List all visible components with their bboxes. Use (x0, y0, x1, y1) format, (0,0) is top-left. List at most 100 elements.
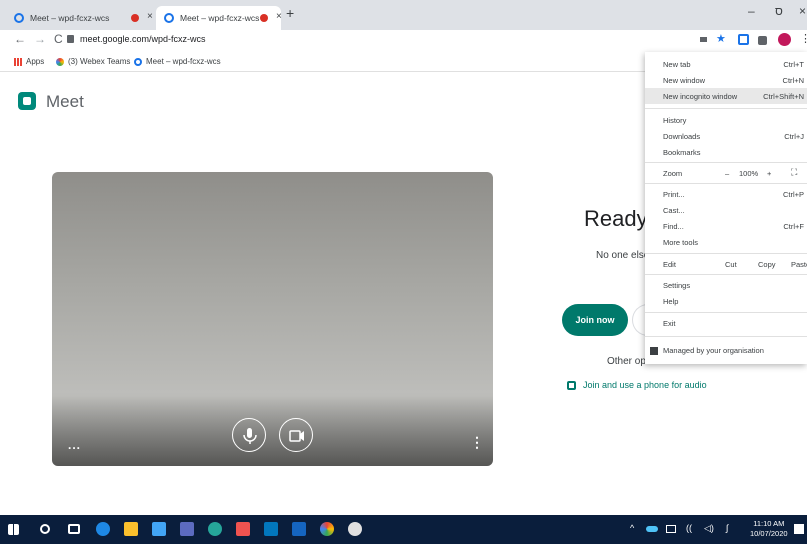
menu-item-new-tab[interactable]: New tab Ctrl+T (645, 56, 807, 72)
clock-time: 11:10 AM (753, 519, 785, 528)
back-button[interactable]: ← (14, 32, 26, 46)
chrome-main-menu: New tab Ctrl+T New window Ctrl+N New inc… (645, 52, 807, 364)
windows-start-icon[interactable] (8, 524, 19, 535)
menu-label: New incognito window (663, 92, 738, 101)
video-more-icon[interactable]: ⋮ (470, 434, 484, 451)
teams-icon[interactable] (180, 522, 194, 536)
menu-separator (645, 312, 807, 313)
reload-button[interactable]: C (54, 32, 63, 46)
menu-item-exit[interactable]: Exit (645, 315, 807, 331)
app-icon[interactable] (208, 522, 222, 536)
new-tab-button[interactable]: + (286, 5, 294, 21)
menu-label: Zoom (663, 169, 683, 178)
menu-label: Help (663, 297, 679, 306)
menu-item-bookmarks[interactable]: Bookmarks (645, 144, 807, 160)
menu-label: Managed by your organisation (663, 346, 764, 355)
windows-taskbar: ^ (( ◁) ∫ 11:10 AM 10/07/2020 (0, 515, 807, 544)
video-options-dots-icon[interactable]: ... (68, 438, 81, 452)
zoom-out-button[interactable]: – (725, 169, 729, 178)
menu-label: New window (663, 76, 706, 85)
profile-avatar[interactable] (778, 33, 791, 46)
join-now-button[interactable]: Join now (562, 304, 628, 336)
chrome-menu-icon[interactable]: ⋮ (800, 32, 807, 45)
edge-icon[interactable] (96, 522, 110, 536)
menu-item-cast[interactable]: Cast... (645, 202, 807, 218)
app-icon[interactable] (348, 522, 362, 536)
outlook-icon[interactable] (264, 522, 278, 536)
tab-close-icon[interactable]: × (147, 11, 153, 22)
meet-logo-icon (18, 92, 36, 110)
bookmark-webex[interactable]: (3) Webex Teams (56, 57, 130, 66)
search-icon[interactable] (40, 524, 50, 534)
notifications-icon[interactable] (794, 524, 804, 534)
extension-icon[interactable] (738, 34, 749, 45)
menu-item-more-tools[interactable]: More tools (645, 234, 807, 250)
menu-item-zoom: Zoom – 100% + ⛶ (645, 165, 807, 181)
pen-icon[interactable]: ∫ (726, 523, 728, 533)
app-icon[interactable] (236, 522, 250, 536)
menu-item-new-incognito-window[interactable]: New incognito window Ctrl+Shift+N (645, 88, 807, 104)
copy-button[interactable]: Copy (758, 260, 776, 269)
tab-title: Meet – wpd-fcxz-wcs (30, 13, 110, 23)
address-bar[interactable]: meet.google.com/wpd-fcxz-wcs (80, 34, 206, 44)
menu-separator (645, 274, 807, 275)
bookmark-meet[interactable]: Meet – wpd-fcxz-wcs (134, 57, 221, 66)
forward-button[interactable]: → (34, 32, 46, 46)
menu-label: New tab (663, 60, 691, 69)
tab-close-icon[interactable]: × (276, 11, 282, 22)
menu-label: Settings (663, 281, 691, 290)
battery-icon[interactable] (666, 525, 676, 533)
tab-meet-2[interactable]: Meet – wpd-fcxz-wcs × (156, 6, 282, 30)
fullscreen-icon[interactable]: ⛶ (791, 167, 797, 178)
join-phone-audio-link[interactable]: Join and use a phone for audio (567, 380, 707, 390)
minimize-button[interactable]: – (748, 4, 755, 18)
wifi-icon[interactable]: (( (686, 523, 692, 533)
maximize-button[interactable]: ס (775, 4, 783, 18)
menu-item-new-window[interactable]: New window Ctrl+N (645, 72, 807, 88)
cut-button[interactable]: Cut (725, 260, 737, 269)
cloud-icon[interactable] (646, 526, 658, 532)
volume-icon[interactable]: ◁) (704, 523, 714, 534)
menu-label: Downloads (663, 132, 701, 141)
menu-item-settings[interactable]: Settings (645, 277, 807, 293)
menu-separator (645, 162, 807, 163)
file-explorer-icon[interactable] (124, 522, 138, 536)
puzzle-extensions-icon[interactable] (758, 36, 767, 45)
store-icon[interactable] (152, 522, 166, 536)
menu-separator (645, 183, 807, 184)
menu-shortcut: Ctrl+T (783, 60, 804, 69)
tab-meet-1[interactable]: Meet – wpd-fcxz-wcs × (6, 6, 154, 30)
menu-item-edit: Edit Cut Copy Paste (645, 256, 807, 272)
menu-item-find[interactable]: Find... Ctrl+F (645, 218, 807, 234)
chrome-icon[interactable] (320, 522, 334, 536)
bookmark-apps[interactable]: Apps (14, 57, 44, 66)
close-window-button[interactable]: × (799, 4, 806, 18)
other-options-text: Other op (607, 356, 646, 367)
meet-favicon-icon (14, 13, 24, 23)
menu-item-history[interactable]: History (645, 112, 807, 128)
camera-preview: ... ⋮ (52, 172, 493, 466)
menu-item-help[interactable]: Help (645, 293, 807, 309)
menu-item-print[interactable]: Print... Ctrl+P (645, 186, 807, 202)
word-icon[interactable] (292, 522, 306, 536)
zoom-in-button[interactable]: + (767, 169, 771, 178)
tab-strip: Meet – wpd-fcxz-wcs × Meet – wpd-fcxz-wc… (0, 0, 807, 30)
task-view-icon[interactable] (68, 524, 80, 534)
menu-shortcut: Ctrl+N (782, 76, 804, 85)
menu-label: Print... (663, 190, 685, 199)
camera-indicator-icon[interactable] (700, 37, 707, 42)
paste-button[interactable]: Paste (791, 260, 807, 269)
menu-item-managed[interactable]: Managed by your organisation (645, 342, 807, 358)
microphone-button[interactable] (232, 418, 266, 452)
menu-item-downloads[interactable]: Downloads Ctrl+J (645, 128, 807, 144)
no-one-else-text: No one else (596, 250, 650, 261)
taskbar-clock[interactable]: 11:10 AM 10/07/2020 (750, 519, 788, 539)
tray-chevron-icon[interactable]: ^ (630, 523, 634, 533)
browser-window: Meet – wpd-fcxz-wcs × Meet – wpd-fcxz-wc… (0, 0, 807, 544)
camera-button[interactable] (279, 418, 313, 452)
video-shade (52, 396, 493, 466)
recording-dot-icon (260, 14, 268, 22)
menu-label: Cast... (663, 206, 685, 215)
tab-title: Meet – wpd-fcxz-wcs (180, 13, 260, 23)
bookmark-star-icon[interactable]: ★ (716, 32, 727, 45)
